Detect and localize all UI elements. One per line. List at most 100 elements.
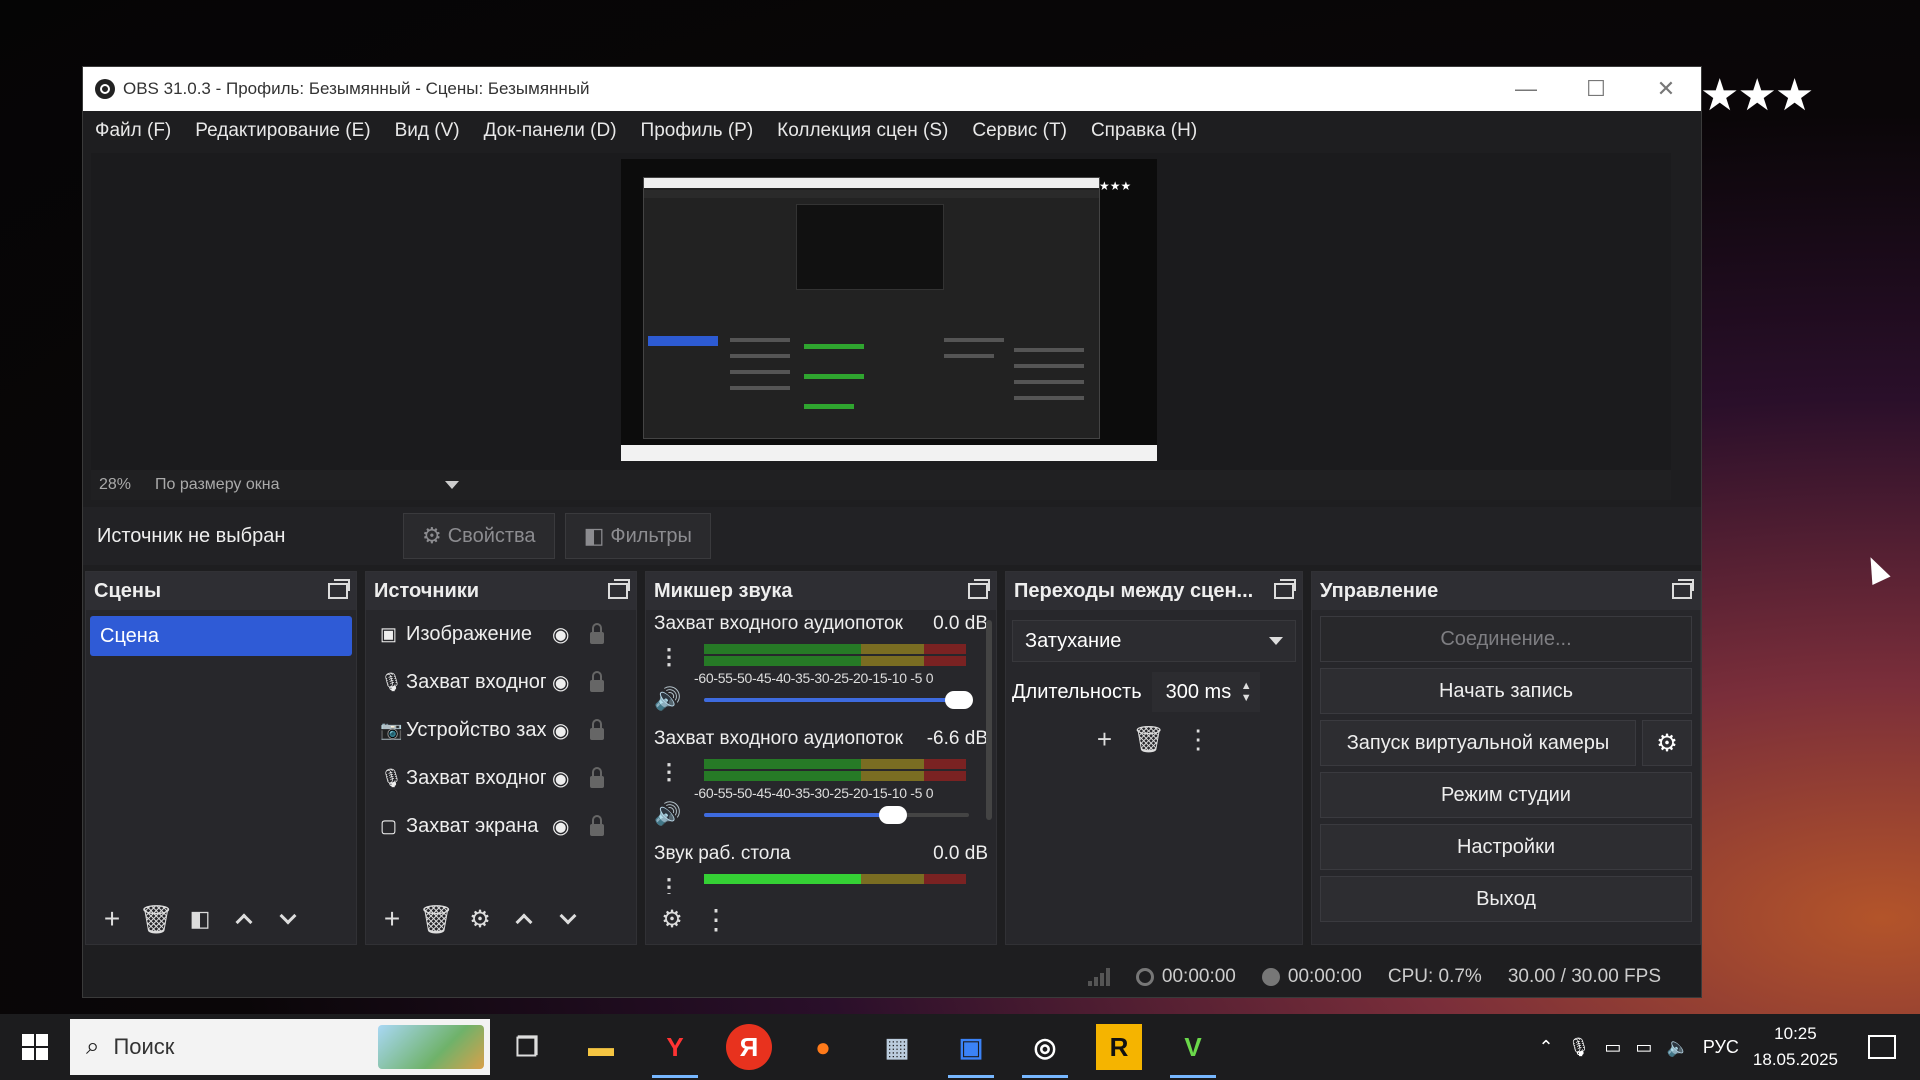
obs-taskbar-icon[interactable]: ◎	[1008, 1014, 1082, 1080]
network-icon[interactable]: ▭	[1604, 1037, 1621, 1058]
chevron-down-icon[interactable]	[445, 481, 459, 489]
undock-icon[interactable]	[968, 579, 990, 599]
eye-icon[interactable]: ◉	[552, 766, 590, 791]
preview-area[interactable]: ★★★	[91, 153, 1671, 477]
yandex-browser-icon[interactable]: Y	[638, 1014, 712, 1080]
filters-button[interactable]: ◧ Фильтры	[564, 513, 711, 559]
trash-icon[interactable]: 🗑	[416, 899, 456, 939]
volume-icon[interactable]: 🔈	[1666, 1037, 1688, 1058]
source-item-audio-input-2[interactable]: 🎙 Захват входного аудиопотока 2 ◉	[366, 754, 636, 802]
file-explorer-icon[interactable]: ▬	[564, 1014, 638, 1080]
duration-input[interactable]: 300 ms ▲ ▼	[1151, 672, 1260, 712]
rockstar-icon[interactable]: R	[1096, 1024, 1142, 1070]
chevron-down-icon[interactable]	[548, 899, 588, 939]
exit-button[interactable]: Выход	[1320, 876, 1692, 922]
source-item-video-capture[interactable]: 📷 Устройство захвата видео ◉	[366, 706, 636, 754]
menu-view[interactable]: Вид (V)	[395, 120, 460, 142]
mixer-scrollbar[interactable]	[986, 620, 992, 820]
close-button[interactable]: ✕	[1631, 67, 1701, 111]
spinner-icon[interactable]: ▲ ▼	[1241, 680, 1252, 704]
source-item-image[interactable]: ▣ Изображение ◉	[366, 610, 636, 658]
menu-edit[interactable]: Редактирование (E)	[195, 120, 370, 142]
gear-icon[interactable]: ⚙	[1642, 720, 1692, 766]
image-viewer-icon[interactable]: ▦	[860, 1014, 934, 1080]
channel-name: Звук раб. стола	[654, 843, 791, 864]
chevron-up-icon[interactable]	[504, 899, 544, 939]
display-icon[interactable]: ▭	[1635, 1037, 1652, 1058]
lock-icon[interactable]	[590, 815, 604, 836]
zoom-mode-select[interactable]: По размеру окна	[155, 476, 445, 494]
eye-icon[interactable]: ◉	[552, 670, 590, 695]
more-vertical-icon[interactable]: ⋮	[1185, 724, 1211, 755]
maximize-button[interactable]: ☐	[1561, 67, 1631, 111]
eye-icon[interactable]: ◉	[552, 814, 590, 839]
connect-button[interactable]: Соединение...	[1320, 616, 1692, 662]
more-vertical-icon[interactable]: ⋮	[696, 899, 736, 939]
trash-icon[interactable]: 🗑	[1132, 724, 1165, 755]
clock-date: 18.05.2025	[1752, 1050, 1838, 1069]
transition-selected: Затухание	[1025, 629, 1122, 652]
chevron-up-icon[interactable]	[224, 899, 264, 939]
status-bar: 00:00:00 00:00:00 CPU: 0.7% 30.00 / 30.0…	[83, 957, 1701, 997]
minimize-button[interactable]: —	[1491, 67, 1561, 111]
menu-help[interactable]: Справка (H)	[1091, 120, 1197, 142]
studio-mode-button[interactable]: Режим студии	[1320, 772, 1692, 818]
menu-file[interactable]: Файл (F)	[95, 120, 171, 142]
transition-select[interactable]: Затухание	[1012, 620, 1296, 662]
menu-docks[interactable]: Док-панели (D)	[484, 120, 617, 142]
mixer-channel: Захват входного аудиопотока 2 -6.6 dB ⋮ …	[646, 725, 996, 840]
microphone-icon[interactable]: 🎙	[1568, 1037, 1591, 1058]
preview-canvas[interactable]: ★★★	[621, 159, 1157, 461]
menu-scene-collection[interactable]: Коллекция сцен (S)	[777, 120, 948, 142]
gear-icon[interactable]: ⚙	[460, 899, 500, 939]
more-vertical-icon[interactable]: ⋮	[658, 759, 680, 785]
camera-icon: 📷	[380, 719, 403, 740]
task-view-icon[interactable]: ❐	[490, 1014, 564, 1080]
add-icon[interactable]: +	[92, 899, 132, 939]
add-icon[interactable]: +	[372, 899, 412, 939]
source-item-audio-input[interactable]: 🎙 Захват входного аудиопотока ◉	[366, 658, 636, 706]
undock-icon[interactable]	[1672, 579, 1694, 599]
clock[interactable]: 10:25 18.05.2025	[1753, 1021, 1838, 1073]
lock-icon[interactable]	[590, 671, 604, 692]
gear-icon[interactable]: ⚙	[652, 899, 692, 939]
language-indicator[interactable]: РУС	[1703, 1037, 1739, 1058]
lock-icon[interactable]	[590, 719, 604, 740]
speaker-icon[interactable]: 🔊	[654, 801, 681, 827]
lock-icon[interactable]	[590, 623, 604, 644]
volume-slider[interactable]	[704, 691, 973, 709]
chevron-up-icon[interactable]: ⌃	[1538, 1037, 1553, 1058]
undock-icon[interactable]	[328, 579, 350, 599]
start-recording-button[interactable]: Начать запись	[1320, 668, 1692, 714]
speaker-icon[interactable]: 🔊	[654, 686, 681, 712]
undock-icon[interactable]	[608, 579, 630, 599]
settings-button[interactable]: Настройки	[1320, 824, 1692, 870]
more-vertical-icon[interactable]: ⋮	[658, 644, 680, 670]
undock-icon[interactable]	[1274, 579, 1296, 599]
windows-start-icon[interactable]	[0, 1014, 70, 1080]
recursive-preview-image	[643, 177, 1100, 439]
lock-icon[interactable]	[590, 767, 604, 788]
menu-tools[interactable]: Сервис (T)	[972, 120, 1067, 142]
chevron-down-icon[interactable]	[268, 899, 308, 939]
volume-slider[interactable]	[704, 806, 969, 824]
eye-icon[interactable]: ◉	[552, 718, 590, 743]
start-virtual-camera-button[interactable]: Запуск виртуальной камеры	[1320, 720, 1636, 766]
trash-icon[interactable]: 🗑	[136, 899, 176, 939]
mini-stars: ★★★	[1099, 179, 1132, 193]
notification-icon[interactable]	[1868, 1035, 1896, 1059]
taskbar-search[interactable]: ⌕ Поиск	[70, 1019, 490, 1075]
scenes-title: Сцены	[94, 579, 162, 602]
yandex-icon[interactable]: Я	[726, 1024, 772, 1070]
v-app-icon[interactable]: V	[1156, 1014, 1230, 1080]
source-item-screen-capture[interactable]: ▢ Захват экрана ◉	[366, 802, 636, 850]
menu-profile[interactable]: Профиль (P)	[641, 120, 754, 142]
filter-icon[interactable]: ◧	[180, 899, 220, 939]
properties-button[interactable]: ⚙ Свойства	[403, 513, 555, 559]
controls-dock: Управление Соединение... Начать запись З…	[1311, 571, 1701, 945]
add-icon[interactable]: +	[1097, 724, 1112, 755]
scene-item[interactable]: Сцена	[90, 616, 352, 656]
eye-icon[interactable]: ◉	[552, 622, 590, 647]
firefox-icon[interactable]: ●	[786, 1014, 860, 1080]
messenger-icon[interactable]: ▣	[934, 1014, 1008, 1080]
